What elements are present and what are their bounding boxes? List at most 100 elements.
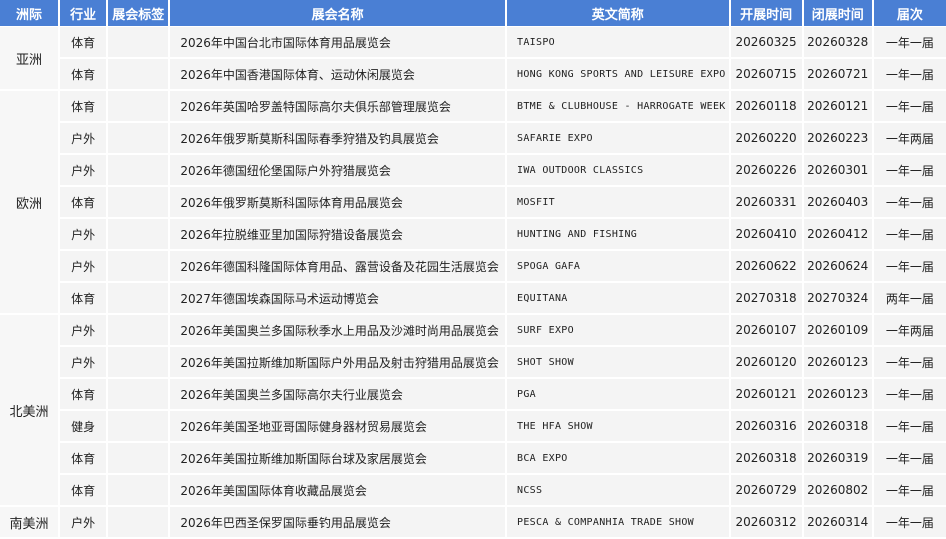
column-header: 展会标签 — [108, 0, 169, 27]
ind-cell: 体育 — [60, 59, 107, 91]
tag-cell — [108, 507, 169, 539]
end-cell: 20260802 — [803, 475, 872, 507]
end-cell: 20260121 — [803, 91, 872, 123]
start-cell: 20260121 — [730, 379, 802, 411]
column-header: 闭展时间 — [803, 0, 872, 27]
continent-cell: 欧洲 — [0, 91, 59, 315]
end-cell: 20260721 — [803, 59, 872, 91]
start-cell: 20260226 — [730, 155, 802, 187]
freq-cell: 一年一届 — [873, 27, 946, 59]
freq-cell: 两年一届 — [873, 283, 946, 315]
en-cell: BCA EXPO — [507, 443, 729, 475]
ind-cell: 户外 — [60, 507, 107, 539]
en-cell: PGA — [507, 379, 729, 411]
end-cell: 20260301 — [803, 155, 872, 187]
table-row: 亚洲 体育 2026年中国台北市国际体育用品展览会 TAISPO 20260325 202… — [0, 27, 946, 91]
table-header-row: 洲际 行业 展会标签 展会名称 英文简称 开展时间 闭展时间 届次 — [0, 0, 946, 27]
freq-cell: 一年一届 — [873, 411, 946, 443]
start-cell: 20270318 — [730, 283, 802, 315]
ind-cell: 体育 — [60, 443, 107, 475]
start-cell: 20260622 — [730, 251, 802, 283]
table-row: 户外 2026年美国拉斯维加斯国际户外用品及射击狩猎用品展览会 SHOT SHOW 2… — [0, 347, 946, 379]
end-cell: 20260109 — [803, 315, 872, 347]
table-row: 健身 2026年美国圣地亚哥国际健身器材贸易展览会 THE HFA SHOW 2026… — [0, 411, 946, 443]
freq-cell: 一年一届 — [873, 443, 946, 475]
tag-cell — [108, 155, 169, 187]
en-cell: SHOT SHOW — [507, 347, 729, 379]
freq-cell: 一年一届 — [873, 219, 946, 251]
freq-cell: 一年两届 — [873, 123, 946, 155]
tag-cell — [108, 251, 169, 283]
start-cell: 20260410 — [730, 219, 802, 251]
end-cell: 20260319 — [803, 443, 872, 475]
start-cell: 20260729 — [730, 475, 802, 507]
continent-cell: 亚洲 — [0, 27, 59, 91]
ind-cell: 体育 — [60, 475, 107, 507]
en-cell: SAFARIE EXPO — [507, 123, 729, 155]
en-cell: SPOGA GAFA — [507, 251, 729, 283]
column-header: 英文简称 — [507, 0, 729, 27]
column-header: 展会名称 — [170, 0, 506, 27]
table-row: 户外 2026年拉脱维亚里加国际狩猎设备展览会 HUNTING AND FISHIN… — [0, 219, 946, 251]
ind-cell: 户外 — [60, 315, 107, 347]
end-cell: 20260318 — [803, 411, 872, 443]
ind-cell: 户外 — [60, 251, 107, 283]
name-cell: 2026年德国纽伦堡国际户外狩猎展览会 — [170, 155, 506, 187]
ind-cell: 户外 — [60, 123, 107, 155]
start-cell: 20260107 — [730, 315, 802, 347]
name-cell: 2026年中国台北市国际体育用品展览会 — [170, 27, 506, 59]
name-cell: 2026年英国哈罗盖特国际高尔夫俱乐部管理展览会 — [170, 91, 506, 123]
tag-cell — [108, 219, 169, 251]
name-cell: 2027年德国埃森国际马术运动博览会 — [170, 283, 506, 315]
column-header: 开展时间 — [730, 0, 802, 27]
tag-cell — [108, 59, 169, 91]
table-row: 体育 2026年美国奥兰多国际高尔夫行业展览会 PGA 20260121 2026012… — [0, 379, 946, 411]
tag-cell — [108, 91, 169, 123]
name-cell: 2026年美国拉斯维加斯国际台球及家居展览会 — [170, 443, 506, 475]
column-header: 行业 — [60, 0, 107, 27]
ind-cell: 户外 — [60, 155, 107, 187]
tag-cell — [108, 475, 169, 507]
start-cell: 20260220 — [730, 123, 802, 155]
column-header: 届次 — [873, 0, 946, 27]
start-cell: 20260715 — [730, 59, 802, 91]
table-row: 体育 2027年德国埃森国际马术运动博览会 EQUITANA 20270318 2027… — [0, 283, 946, 315]
ind-cell: 户外 — [60, 219, 107, 251]
end-cell: 20260403 — [803, 187, 872, 219]
en-cell: PESCA & COMPANHIA TRADE SHOW — [507, 507, 729, 539]
end-cell: 20260123 — [803, 379, 872, 411]
tag-cell — [108, 443, 169, 475]
table-row: 北美洲 户外 2026年美国奥兰多国际秋季水上用品及沙滩时尚用品展览会 SURF EX… — [0, 315, 946, 507]
en-cell: EQUITANA — [507, 283, 729, 315]
ind-cell: 户外 — [60, 347, 107, 379]
tag-cell — [108, 347, 169, 379]
exhibition-table: 洲际 行业 展会标签 展会名称 英文简称 开展时间 闭展时间 届次 亚洲 体育 2026年中国台北… — [0, 0, 946, 539]
table-row: 南美洲 户外 2026年巴西圣保罗国际垂钓用品展览会 PESCA & COMPANHI… — [0, 507, 946, 539]
start-cell: 20260331 — [730, 187, 802, 219]
name-cell: 2026年美国国际体育收藏品展览会 — [170, 475, 506, 507]
freq-cell: 一年一届 — [873, 347, 946, 379]
start-cell: 20260312 — [730, 507, 802, 539]
freq-cell: 一年一届 — [873, 507, 946, 539]
table-row: 户外 2026年德国科隆国际体育用品、露营设备及花园生活展览会 SPOGA GAFA… — [0, 251, 946, 283]
tag-cell — [108, 315, 169, 347]
table-row: 体育 2026年美国拉斯维加斯国际台球及家居展览会 BCA EXPO 20260318… — [0, 443, 946, 475]
freq-cell: 一年一届 — [873, 59, 946, 91]
name-cell: 2026年巴西圣保罗国际垂钓用品展览会 — [170, 507, 506, 539]
tag-cell — [108, 123, 169, 155]
ind-cell: 体育 — [60, 91, 107, 123]
start-cell: 20260120 — [730, 347, 802, 379]
table-row: 户外 2026年德国纽伦堡国际户外狩猎展览会 IWA OUTDOOR CLASSIC… — [0, 155, 946, 187]
ind-cell: 体育 — [60, 187, 107, 219]
table-row: 户外 2026年俄罗斯莫斯科国际春季狩猎及钓具展览会 SAFARIE EXPO 202… — [0, 123, 946, 155]
freq-cell: 一年一届 — [873, 379, 946, 411]
start-cell: 20260318 — [730, 443, 802, 475]
name-cell: 2026年美国奥兰多国际秋季水上用品及沙滩时尚用品展览会 — [170, 315, 506, 347]
freq-cell: 一年一届 — [873, 475, 946, 507]
table-row: 体育 2026年俄罗斯莫斯科国际体育用品展览会 MOSFIT 20260331 2026… — [0, 187, 946, 219]
name-cell: 2026年美国奥兰多国际高尔夫行业展览会 — [170, 379, 506, 411]
end-cell: 20260412 — [803, 219, 872, 251]
en-cell: BTME & CLUBHOUSE - HARROGATE WEEK — [507, 91, 729, 123]
ind-cell: 体育 — [60, 379, 107, 411]
freq-cell: 一年一届 — [873, 251, 946, 283]
